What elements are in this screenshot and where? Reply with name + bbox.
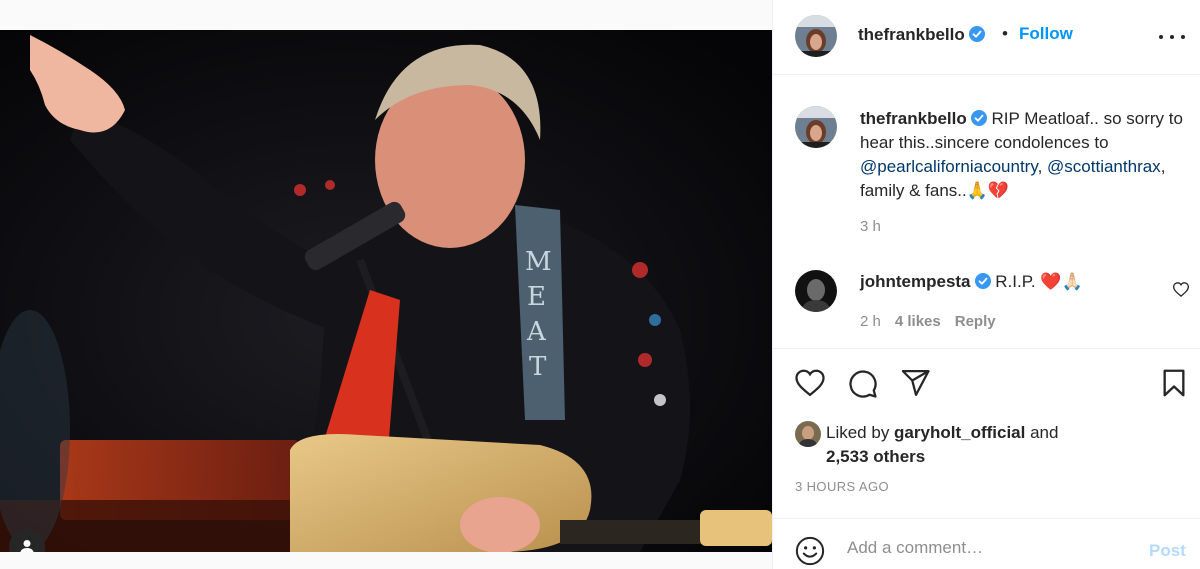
concert-photo: M E A T	[0, 30, 772, 552]
likes-others-count[interactable]: 2,533 others	[826, 447, 925, 467]
comment-timestamp[interactable]: 2 h	[860, 313, 881, 330]
verified-icon	[968, 26, 985, 42]
liked-by-suffix: and	[1025, 423, 1059, 442]
more-options-icon[interactable]	[1159, 28, 1185, 46]
caption-text: thefrankbello RIP Meatloaf.. so sorry to…	[860, 107, 1190, 203]
author-username[interactable]: thefrankbello	[858, 25, 985, 45]
mention-link-scottianthrax[interactable]: @scottianthrax	[1047, 157, 1161, 176]
comment-likes-count[interactable]: 4 likes	[895, 313, 941, 330]
caption-avatar[interactable]	[795, 106, 837, 148]
author-username-text: thefrankbello	[858, 25, 965, 44]
bookmark-icon[interactable]	[1161, 369, 1187, 397]
separator-dot: •	[1002, 24, 1008, 43]
strap-letter-e: E	[527, 282, 546, 312]
post-actions: Liked by garyholt_official and 2,533 oth…	[773, 348, 1200, 518]
media-column: M E A T	[0, 0, 772, 569]
strap-letter-m: M	[525, 247, 552, 277]
add-comment-bar: Post	[773, 518, 1200, 569]
liked-by-line: Liked by garyholt_official and	[826, 423, 1058, 443]
user-tag-icon	[20, 540, 34, 552]
comment-body: R.I.P. ❤️🙏🏻	[990, 272, 1083, 291]
post-header: thefrankbello • Follow	[773, 0, 1200, 75]
liker-avatar[interactable]	[795, 421, 821, 447]
comment-icon[interactable]	[848, 369, 878, 399]
liked-by-prefix: Liked by	[826, 423, 895, 442]
reply-button[interactable]: Reply	[955, 313, 996, 330]
strap-letter-t: T	[529, 352, 547, 382]
post-timestamp[interactable]: 3 HOURS AGO	[795, 479, 889, 494]
comment-input[interactable]	[847, 533, 1127, 563]
commenter-avatar[interactable]	[795, 270, 837, 312]
emoji-icon[interactable]	[795, 536, 825, 566]
author-avatar[interactable]	[795, 15, 837, 57]
comment-username[interactable]: johntempesta	[860, 272, 971, 291]
mention-link-pearlcaliforniacountry[interactable]: @pearlcaliforniacountry	[860, 157, 1038, 176]
heart-icon[interactable]	[795, 369, 825, 397]
post-comment-button[interactable]: Post	[1149, 541, 1186, 561]
verified-icon	[970, 110, 987, 126]
liked-by-username[interactable]: garyholt_official	[894, 423, 1025, 442]
caption-body-2: ,	[1037, 157, 1048, 176]
post-panel: thefrankbello • Follow thefrankbello RIP…	[772, 0, 1200, 569]
follow-button[interactable]: Follow	[1019, 24, 1073, 44]
caption-username[interactable]: thefrankbello	[860, 109, 967, 128]
comment-like-heart-icon[interactable]	[1173, 282, 1189, 297]
caption-timestamp[interactable]: 3 h	[860, 218, 881, 235]
strap-letter-a: A	[526, 317, 547, 347]
share-icon[interactable]	[901, 369, 931, 397]
post-photo[interactable]: M E A T	[0, 30, 772, 552]
comment-meta: 2 h 4 likes Reply	[860, 313, 996, 330]
comment-text: johntempesta R.I.P. ❤️🙏🏻	[860, 272, 1083, 292]
verified-icon	[974, 273, 991, 289]
